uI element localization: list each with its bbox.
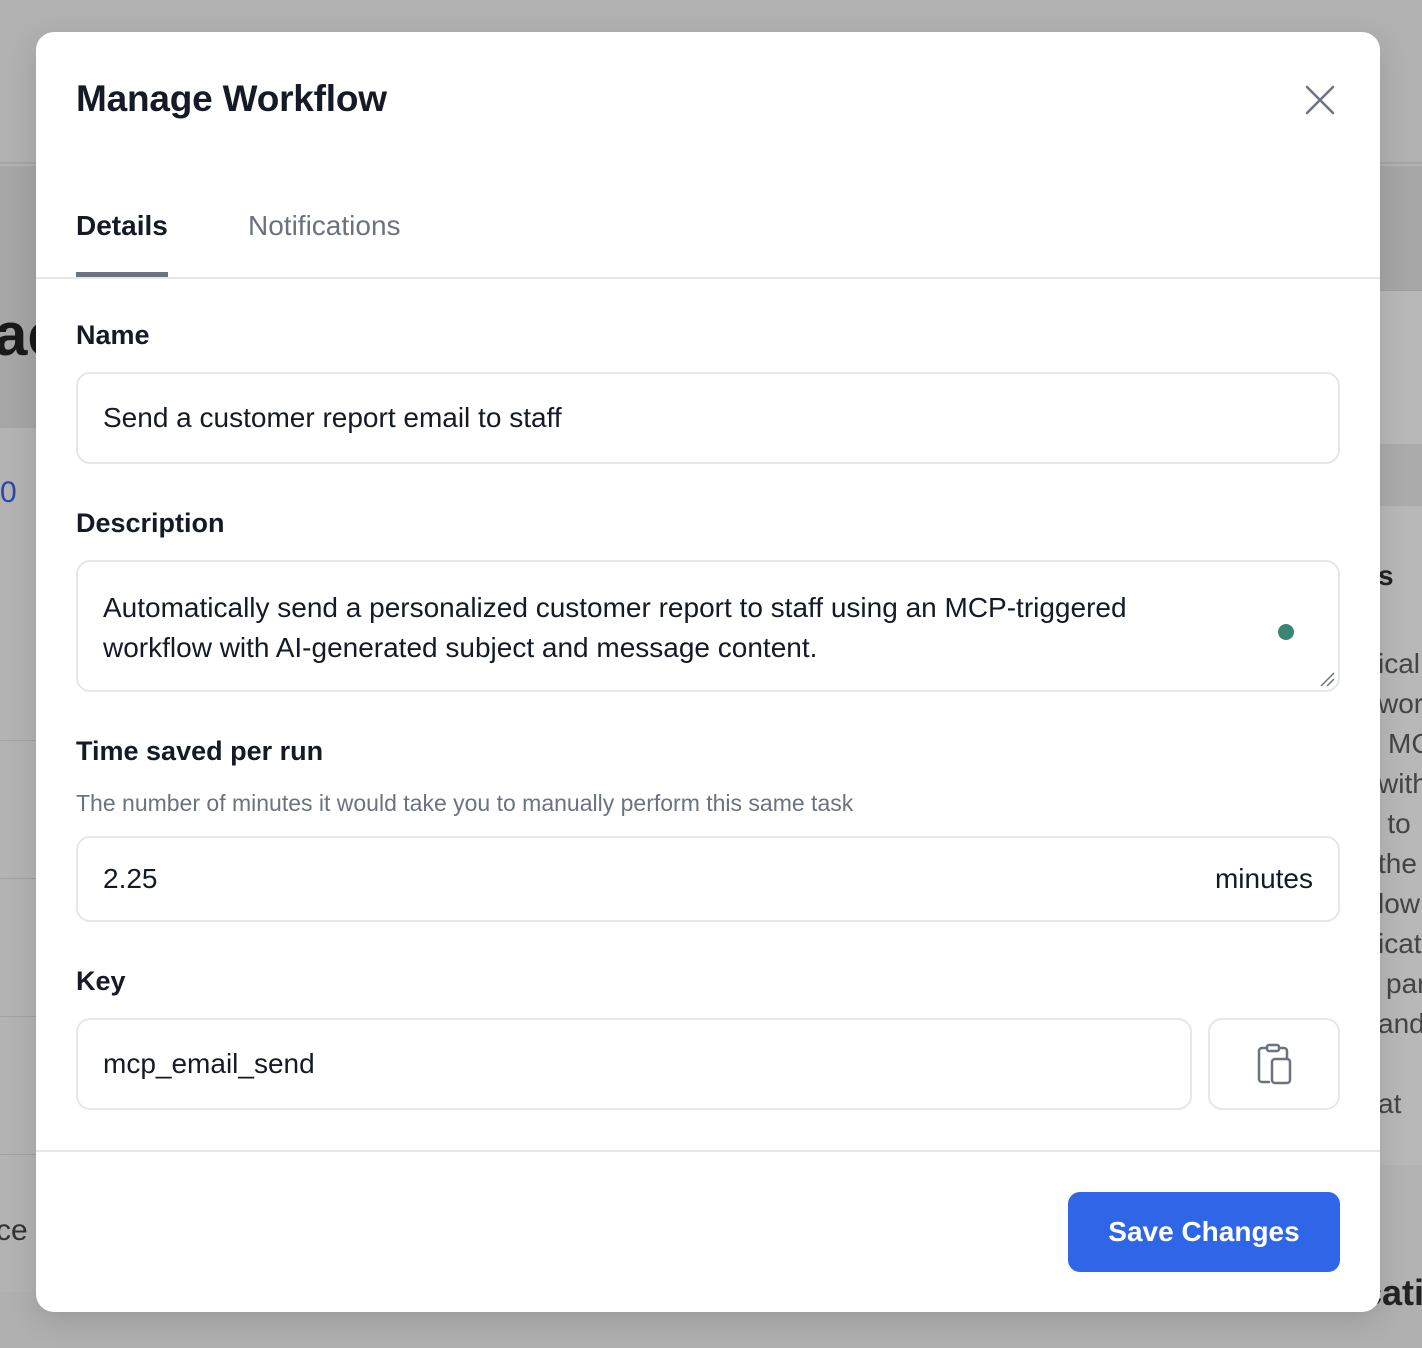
save-changes-button[interactable]: Save Changes xyxy=(1068,1192,1340,1272)
background-side-text: par xyxy=(1386,968,1422,999)
name-input[interactable]: Send a customer report email to staff xyxy=(76,372,1340,464)
time-saved-unit: minutes xyxy=(1214,863,1313,894)
time-saved-value: 2.25 xyxy=(103,863,158,894)
background-side-text: with xyxy=(1378,768,1422,799)
tab-details[interactable]: Details xyxy=(76,210,168,277)
background-divider xyxy=(0,878,40,879)
dialog-title: Manage Workflow xyxy=(76,78,387,119)
status-dot-icon xyxy=(1278,624,1294,640)
time-saved-hint: The number of minutes it would take you … xyxy=(76,790,854,816)
tab-notifications[interactable]: Notifications xyxy=(248,210,401,272)
key-label: Key xyxy=(76,966,126,996)
key-input[interactable]: mcp_email_send xyxy=(76,1018,1192,1110)
background-side-text: ical xyxy=(1378,648,1421,679)
copy-key-button[interactable] xyxy=(1208,1018,1340,1110)
background-divider xyxy=(0,1016,40,1017)
clipboard-copy-icon xyxy=(1257,1043,1292,1085)
background-side-panel-header xyxy=(1380,444,1422,506)
description-label: Description xyxy=(76,508,225,538)
footer-divider xyxy=(36,1150,1380,1152)
background-side-text: the xyxy=(1378,848,1417,879)
close-button[interactable] xyxy=(1298,78,1342,122)
description-text: Automatically send a personalized custom… xyxy=(103,592,1127,663)
background-side-text: wor xyxy=(1378,688,1422,719)
time-saved-label: Time saved per run xyxy=(76,736,324,766)
background-side-text: and xyxy=(1378,1008,1422,1039)
background-side-text: icat xyxy=(1378,928,1422,959)
description-textarea[interactable]: Automatically send a personalized custom… xyxy=(76,560,1340,692)
manage-workflow-dialog: Manage Workflow Details Notifications Na… xyxy=(36,32,1380,1312)
background-divider xyxy=(0,740,40,741)
background-side-text: low xyxy=(1378,888,1421,919)
name-label: Name xyxy=(76,320,150,350)
resize-handle-icon[interactable] xyxy=(1318,670,1336,688)
background-side-text: at xyxy=(1378,1088,1402,1119)
background-divider xyxy=(0,1154,40,1155)
background-side-text: s xyxy=(1378,560,1394,591)
background-number: 0 xyxy=(0,476,17,509)
tab-bar: Details Notifications xyxy=(36,192,1380,279)
background-side-text: MC xyxy=(1388,728,1422,759)
time-saved-input[interactable]: 2.25 minutes xyxy=(76,836,1340,922)
close-icon xyxy=(1305,85,1335,115)
